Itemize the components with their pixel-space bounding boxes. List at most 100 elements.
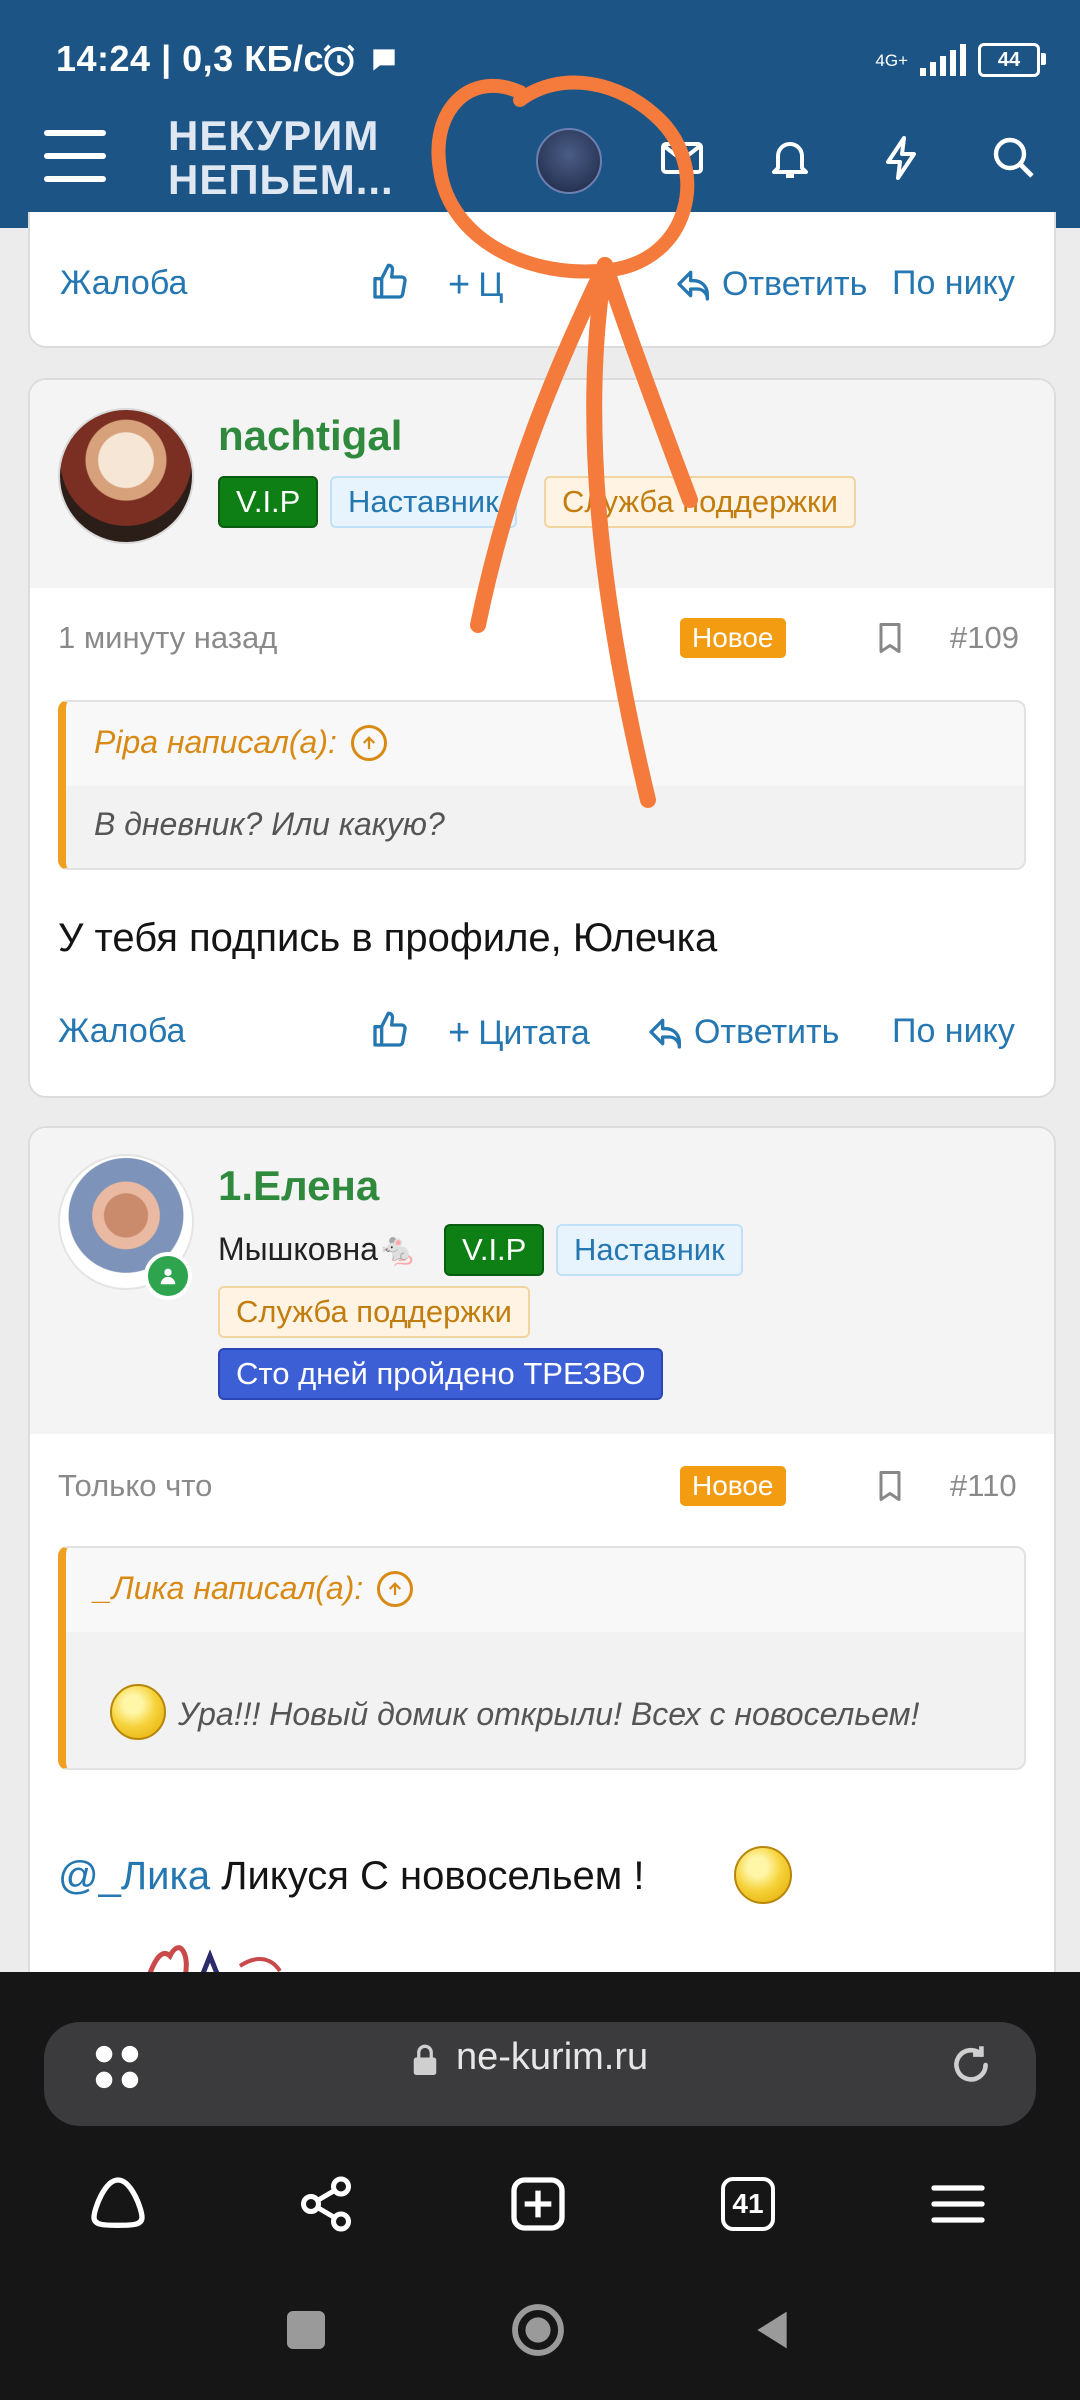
circle-icon — [512, 2304, 564, 2356]
home-button[interactable] — [80, 2166, 156, 2242]
badge-vip: V.I.P — [218, 476, 319, 528]
status-time: 14:24 | 0,3 КБ/с — [56, 38, 325, 79]
status-right: 4G+ 44 — [875, 38, 1046, 82]
reload-icon — [954, 2046, 988, 2082]
back-nav-button[interactable] — [742, 2300, 802, 2360]
user-title: Мышковна🐁 — [218, 1231, 418, 1267]
post-time[interactable]: Только что — [58, 1468, 212, 1504]
whats-new-button[interactable] — [872, 128, 932, 188]
post-body: @_Лика Ликуся С новосельем ! — [58, 1854, 645, 1899]
post-number[interactable]: #109 — [950, 620, 1019, 656]
messages-button[interactable] — [652, 128, 712, 188]
square-icon — [287, 2311, 325, 2349]
reply-label: Ответить — [694, 1012, 840, 1051]
quote-label: Ц — [478, 266, 504, 304]
notifications-button[interactable] — [760, 128, 820, 188]
site-logo[interactable]: НЕКУРИМ НЕПЬЕМ... — [168, 114, 428, 202]
battery-level: 44 — [997, 48, 1021, 71]
user-avatar-button[interactable] — [536, 128, 602, 194]
triangle-back-icon — [757, 2311, 787, 2349]
badge-support: Служба поддержки — [544, 476, 856, 528]
lock-icon — [410, 2042, 440, 2083]
share-icon — [301, 2176, 351, 2232]
bookmark-icon — [879, 623, 901, 653]
badge-mentor: Наставник — [556, 1224, 743, 1276]
report-label: Жалоба — [60, 264, 188, 302]
badge-sober-100: Сто дней пройдено ТРЕЗВО — [218, 1348, 664, 1400]
bookmark-icon — [879, 1471, 901, 1501]
home-nav-button[interactable] — [508, 2300, 568, 2360]
bell-icon — [772, 142, 808, 178]
username[interactable]: 1.Елена — [218, 1162, 379, 1210]
post-110: 1.Елена Мышковна🐁 V.I.P Наставник Служба… — [28, 1126, 1056, 2030]
quote-button[interactable]: + Цитата — [448, 1012, 590, 1055]
quote-author-label: Pipa написал(а): — [94, 724, 337, 760]
reply-button[interactable]: Ответить — [646, 1012, 839, 1052]
status-icons — [320, 38, 400, 82]
search-icon — [993, 137, 1034, 178]
by-nick-label: По нику — [892, 1012, 1015, 1050]
quote-block: Pipa написал(а): В дневник? Или какую? — [58, 700, 1026, 870]
bookmark-button[interactable] — [872, 618, 908, 663]
post-number[interactable]: #110 — [950, 1468, 1017, 1504]
reply-button[interactable]: Ответить — [674, 264, 867, 304]
reply-label: Ответить — [722, 264, 868, 303]
lightning-icon — [886, 136, 916, 180]
quote-button[interactable]: + Ц — [448, 264, 503, 307]
quote-author[interactable]: Pipa написал(а): — [94, 724, 387, 761]
hamburger-icon — [931, 2185, 985, 2223]
network-label: 4G+ — [875, 50, 908, 70]
online-status-icon — [144, 1252, 192, 1300]
signal-icon — [920, 44, 966, 76]
quote-label: Цитата — [478, 1014, 590, 1052]
share-button[interactable] — [288, 2166, 364, 2242]
browser-menu-button[interactable] — [920, 2166, 996, 2242]
envelope-icon — [661, 142, 703, 174]
browser-logo-icon — [91, 2177, 145, 2228]
previous-post-card: Жалоба + Ц Ответить По нику — [28, 212, 1056, 348]
chat-icon — [373, 49, 395, 71]
report-link[interactable]: Жалоба — [58, 1012, 185, 1051]
reload-button[interactable] — [946, 2040, 996, 2095]
post-time[interactable]: 1 минуту назад — [58, 620, 277, 656]
new-badge: Новое — [680, 1466, 786, 1506]
post-body-text: Ликуся С новосельем ! — [210, 1854, 645, 1898]
reply-icon — [677, 270, 709, 301]
by-nick-link[interactable]: По нику — [892, 264, 1015, 303]
quote-author-label: _Лика написал(а): — [94, 1570, 364, 1606]
logo-line-1: НЕКУРИМ — [168, 112, 380, 159]
quote-text: Ура!!! Новый домик открыли! Всех с новос… — [178, 1696, 920, 1732]
badge-support: Служба поддержки — [218, 1286, 530, 1338]
apps-grid-icon — [95, 2045, 139, 2089]
like-button[interactable] — [370, 262, 410, 302]
quote-block: _Лика написал(а): Ура!!! Новый домик отк… — [58, 1546, 1026, 1770]
username[interactable]: nachtigal — [218, 412, 402, 460]
smiley-icon — [110, 1684, 166, 1740]
logo-line-2: НЕПЬЕМ... — [168, 156, 394, 203]
thumbs-up-icon — [373, 263, 407, 299]
bookmark-button[interactable] — [872, 1466, 908, 1511]
badge-vip: V.I.P — [444, 1224, 545, 1276]
plus-square-icon — [511, 2177, 565, 2231]
like-button[interactable] — [370, 1010, 410, 1050]
badge-mentor: Наставник — [330, 476, 517, 528]
quote-author[interactable]: _Лика написал(а): — [94, 1570, 414, 1607]
arrow-up-icon[interactable] — [377, 1570, 414, 1607]
new-tab-button[interactable] — [500, 2166, 576, 2242]
smiley-icon — [734, 1846, 792, 1904]
search-button[interactable] — [984, 128, 1044, 188]
avatar-nachtigal[interactable] — [58, 408, 194, 544]
url-text[interactable]: ne-kurim.ru — [456, 2036, 648, 2079]
apps-grid-button[interactable] — [86, 2036, 148, 2098]
menu-button[interactable] — [44, 130, 106, 182]
site-header: 14:24 | 0,3 КБ/с 4G+ 44 НЕКУРИМ НЕПЬЕМ..… — [0, 0, 1080, 228]
recents-button[interactable] — [276, 2300, 336, 2360]
quote-text: В дневник? Или какую? — [94, 806, 445, 842]
by-nick-link[interactable]: По нику — [892, 1012, 1015, 1051]
mention-link[interactable]: @_Лика — [58, 1854, 210, 1898]
battery-icon: 44 — [978, 43, 1046, 77]
tabs-button[interactable]: 41 — [710, 2166, 786, 2242]
arrow-up-icon[interactable] — [350, 724, 387, 761]
alarm-icon — [323, 44, 355, 77]
report-link[interactable]: Жалоба — [60, 264, 187, 303]
